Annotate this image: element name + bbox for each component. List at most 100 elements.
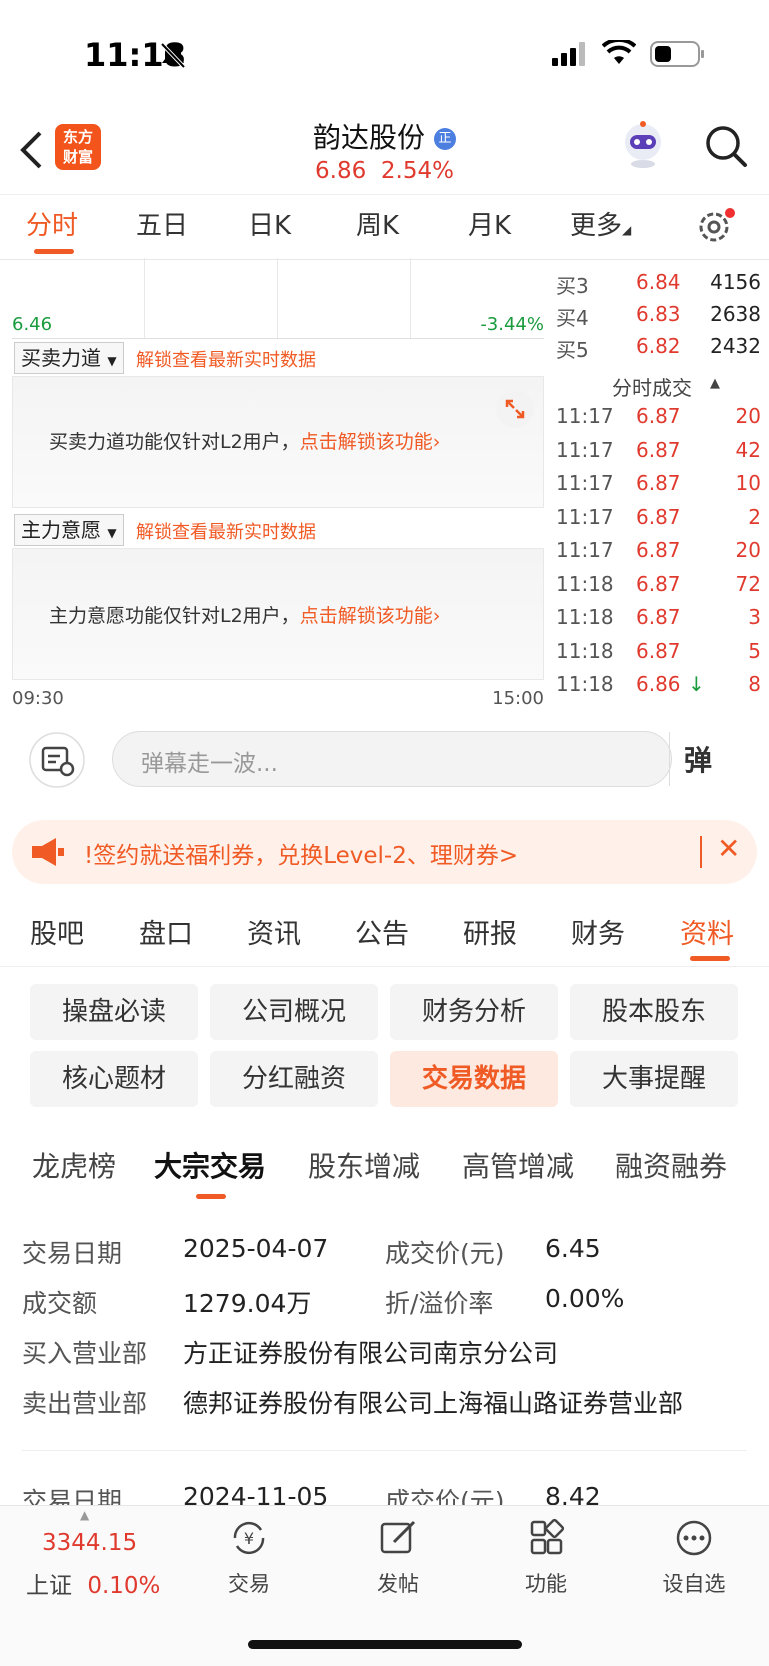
unlock-feature-link[interactable]: 点击解锁该功能 [300,605,433,627]
nav-functions-label: 功能 [525,1572,567,1596]
bid-row: 买4 6.83 2638 [548,302,769,334]
unlock-realtime-link[interactable]: 解锁查看最新实时数据 [136,518,316,544]
danmaku-settings-icon[interactable] [28,731,86,789]
bid-volume: 2638 [710,302,761,326]
close-icon[interactable]: ✕ [717,832,740,865]
trade-price: 6.87 [636,404,681,428]
nav-trade[interactable]: ¥ 交易 [189,1518,309,1598]
trades-header[interactable]: 分时成交 ▲ [548,372,769,404]
active-tab-indicator [34,249,74,254]
tab-finance[interactable]: 财务 [571,912,625,951]
chart-low-price: 6.46 [12,314,53,335]
robot-assistant-icon[interactable] [618,120,668,170]
btn-trading-data[interactable]: 交易数据 [390,1051,558,1107]
trade-price: 6.87 [636,638,681,663]
bid-label: 买3 [556,274,589,298]
trade-date: 2024-11-05 [183,1482,329,1505]
block-trade-record: 交易日期 2025-04-07 成交价(元) 6.45 成交额 1279.04万… [0,1232,769,1432]
trade-volume: 8 [748,672,761,696]
nav-add-watchlist-label: 设自选 [662,1572,726,1596]
order-book: 买3 6.84 4156 买4 6.83 2638 买5 6.82 2432 分… [548,258,769,710]
premium-rate: 0.00% [545,1284,625,1313]
trade-row: 11:18 6.87 3 [548,605,769,637]
tab-announcements[interactable]: 公告 [355,912,409,951]
chart-low-pct: -3.44% [480,314,544,335]
intraday-chart[interactable]: 6.46 -3.44% 买卖力道 ▼ 解锁查看最新实时数据 买卖力道功能仅针对L… [12,258,544,710]
active-subtab-indicator [196,1194,226,1199]
trade-time: 11:18 [556,571,614,596]
grid-line [410,258,411,338]
nav-add-watchlist[interactable]: 设自选 [634,1518,754,1598]
trade-price: 6.87 [636,504,681,529]
nav-functions[interactable]: 功能 [486,1518,606,1598]
btn-must-read[interactable]: 操盘必读 [30,984,198,1040]
l2-locked-message: 买卖力道功能仅针对L2用户，点击解锁该功能› [49,427,440,454]
tab-guba[interactable]: 股吧 [30,912,84,951]
tab-pankou[interactable]: 盘口 [139,912,193,951]
subtab-block-trade[interactable]: 大宗交易 [154,1145,266,1185]
trade-price: 6.87 [636,605,681,629]
expand-up-icon[interactable]: ▲ [80,1508,89,1522]
tab-monthly-k[interactable]: 月K [468,205,511,242]
tab-research[interactable]: 研报 [463,912,517,951]
settings-gear-icon[interactable] [696,207,736,247]
danmaku-input[interactable]: 弹幕走一波... [112,731,672,787]
nav-post[interactable]: 发帖 [338,1518,458,1598]
danmaku-bar: 弹幕走一波... 弹 [0,715,769,805]
clipped-row [548,258,769,267]
grid-functions-icon [530,1518,565,1555]
select-label: 主力意愿 [21,518,101,542]
trade-price: 6.45 [545,1234,601,1263]
index-summary[interactable]: 上证 0.10% [26,1566,160,1600]
tab-intraday[interactable]: 分时 [26,205,78,242]
caret-icon: ◢ [622,223,632,237]
expand-icon[interactable] [495,389,535,429]
tab-profile[interactable]: 资料 [680,912,734,951]
tab-weekly-k[interactable]: 周K [356,205,399,242]
trade-time: 11:18 [556,672,614,696]
trade-row: 11:17 6.87 42 [548,438,769,470]
btn-shareholders[interactable]: 股本股东 [570,984,738,1040]
tab-news[interactable]: 资讯 [247,912,301,951]
trade-row: 11:18 6.87 5 [548,639,769,671]
status-bar: 11:18 [0,0,769,110]
buy-sell-force-select[interactable]: 买卖力道 ▼ [14,342,124,374]
tab-more-label: 更多 [570,211,623,241]
index-name: 上证 [26,1573,72,1599]
index-value[interactable]: 3344.15 [42,1530,137,1556]
trade-price: 8.42 [545,1482,601,1505]
subtab-shareholder-change[interactable]: 股东增减 [308,1145,420,1185]
tab-five-day[interactable]: 五日 [136,205,188,242]
divider [12,338,544,339]
trade-price: 6.87 [636,571,681,596]
subtab-dragon-tiger[interactable]: 龙虎榜 [32,1145,116,1185]
trade-volume: 72 [735,571,761,596]
unlock-realtime-link[interactable]: 解锁查看最新实时数据 [136,346,316,372]
trade-row: 11:18 6.86 ↓ 8 [548,672,769,704]
l2-locked-panel: 买卖力道功能仅针对L2用户，点击解锁该功能› [12,376,544,508]
main-force-will-select[interactable]: 主力意愿 ▼ [14,514,124,546]
l2-locked-message: 主力意愿功能仅针对L2用户，点击解锁该功能› [49,601,440,628]
unlock-feature-link[interactable]: 点击解锁该功能 [300,431,433,453]
trade-row: 11:17 6.87 2 [548,505,769,537]
subtab-margin-trading[interactable]: 融资融券 [615,1145,727,1185]
trade-volume: 20 [735,538,761,562]
tab-daily-k[interactable]: 日K [248,205,291,242]
btn-major-events[interactable]: 大事提醒 [570,1051,738,1107]
btn-financial-analysis[interactable]: 财务分析 [390,984,558,1040]
trade-date: 2025-04-07 [183,1234,329,1263]
subtab-executive-change[interactable]: 高管增减 [462,1145,574,1185]
trade-price: 6.87 [636,538,681,562]
seller-branch-label: 卖出营业部 [22,1389,148,1418]
tab-more[interactable]: 更多◢ [570,205,631,242]
bid-volume: 4156 [710,270,761,294]
search-icon[interactable] [704,124,748,168]
btn-core-themes[interactable]: 核心题材 [30,1051,198,1107]
block-trade-record: 交易日期 2024-11-05 成交价(元) 8.42 [0,1480,769,1505]
promo-banner[interactable]: !签约就送福利券，兑换Level-2、理财券> ✕ [12,820,757,884]
btn-dividend-financing[interactable]: 分红融资 [210,1051,378,1107]
promo-text: !签约就送福利券，兑换Level-2、理财券> [84,843,519,869]
btn-company-overview[interactable]: 公司概况 [210,984,378,1040]
trade-time: 11:17 [556,437,614,462]
danmaku-toggle-button[interactable]: 弹 [684,739,712,779]
